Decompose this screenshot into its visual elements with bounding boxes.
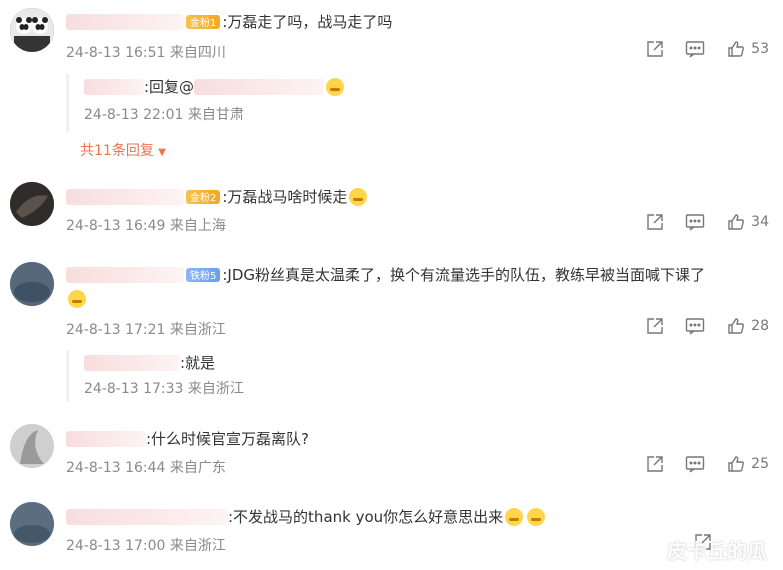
like-count: 34 <box>751 214 769 230</box>
avatar[interactable] <box>10 8 54 52</box>
reply-username-masked[interactable] <box>84 354 180 371</box>
avatar[interactable] <box>10 182 54 226</box>
username-masked[interactable] <box>66 188 184 205</box>
username-masked[interactable] <box>66 266 184 283</box>
share-icon[interactable] <box>635 455 675 473</box>
avatar[interactable] <box>10 502 54 546</box>
more-replies-link[interactable]: 共11条回复 ▼ <box>80 140 166 160</box>
comment-meta: 24-8-13 16:49 来自上海 <box>66 218 226 234</box>
like-button[interactable]: 25 <box>727 455 769 473</box>
like-count: 53 <box>751 41 769 57</box>
share-icon[interactable] <box>635 317 675 335</box>
like-button[interactable]: 28 <box>727 317 769 335</box>
comment-icon[interactable] <box>675 317 715 335</box>
comment-icon[interactable] <box>675 213 715 231</box>
comment-text: :JDG粉丝真是太温柔了，换个有流量选手的队伍，教练早被当面喊下课了 <box>222 266 706 284</box>
username-masked[interactable] <box>66 508 228 525</box>
comment-actions: 53 <box>635 40 769 58</box>
like-icon <box>728 318 745 334</box>
share-icon[interactable] <box>635 213 675 231</box>
comment-actions: 28 <box>635 317 769 335</box>
emoji-icon <box>326 77 345 96</box>
avatar[interactable] <box>10 424 54 468</box>
emoji-icon <box>349 187 368 206</box>
more-replies-label: 共11条回复 <box>80 143 154 159</box>
reply-block: :回复@ 24-8-13 22:01 来自甘肃 <box>66 74 781 132</box>
reply-text-prefix: :回复@ <box>144 78 195 96</box>
comment-text: :什么时候官宣万磊离队? <box>146 430 310 448</box>
reply-meta: 24-8-13 17:33 来自浙江 <box>84 381 244 397</box>
username-masked[interactable] <box>66 13 184 30</box>
like-icon <box>728 456 745 472</box>
avatar[interactable] <box>10 262 54 306</box>
emoji-icon <box>527 507 546 526</box>
watermark: 皮卡丘的瓜 <box>667 539 767 563</box>
emoji-icon <box>505 507 524 526</box>
reply-mention-masked[interactable] <box>194 78 325 95</box>
reply-block: :就是 24-8-13 17:33 来自浙江 <box>66 350 781 402</box>
comment-meta: 24-8-13 17:21 来自浙江 <box>66 322 226 338</box>
comment-actions: 34 <box>635 213 769 231</box>
comment-meta: 24-8-13 17:00 来自浙江 <box>66 538 226 554</box>
like-count: 28 <box>751 318 769 334</box>
comment-text: :不发战马的thank you你怎么好意思出来 <box>228 508 504 526</box>
comment-text: :万磊走了吗，战马走了吗 <box>222 13 393 31</box>
chevron-down-icon: ▼ <box>158 147 166 158</box>
fan-badge: 金粉1 <box>186 14 221 29</box>
like-icon <box>728 41 745 57</box>
fan-badge: 金粉2 <box>186 189 221 204</box>
reply-username-masked[interactable] <box>84 78 144 95</box>
username-masked[interactable] <box>66 430 146 447</box>
like-button[interactable]: 34 <box>727 213 769 231</box>
like-icon <box>728 214 745 230</box>
fan-badge: 铁粉5 <box>186 267 221 282</box>
like-button[interactable]: 53 <box>727 40 769 58</box>
comment-actions: 25 <box>635 455 769 473</box>
comment-meta: 24-8-13 16:51 来自四川 <box>66 45 226 61</box>
comment-icon[interactable] <box>675 40 715 58</box>
like-count: 25 <box>751 456 769 472</box>
share-icon[interactable] <box>635 40 675 58</box>
emoji-icon <box>68 290 86 308</box>
comment-text: :万磊战马啥时候走 <box>222 188 348 206</box>
comment-icon[interactable] <box>675 455 715 473</box>
comment-meta: 24-8-13 16:44 来自广东 <box>66 460 226 476</box>
reply-meta: 24-8-13 22:01 来自甘肃 <box>84 107 244 123</box>
reply-text: :就是 <box>180 354 216 372</box>
